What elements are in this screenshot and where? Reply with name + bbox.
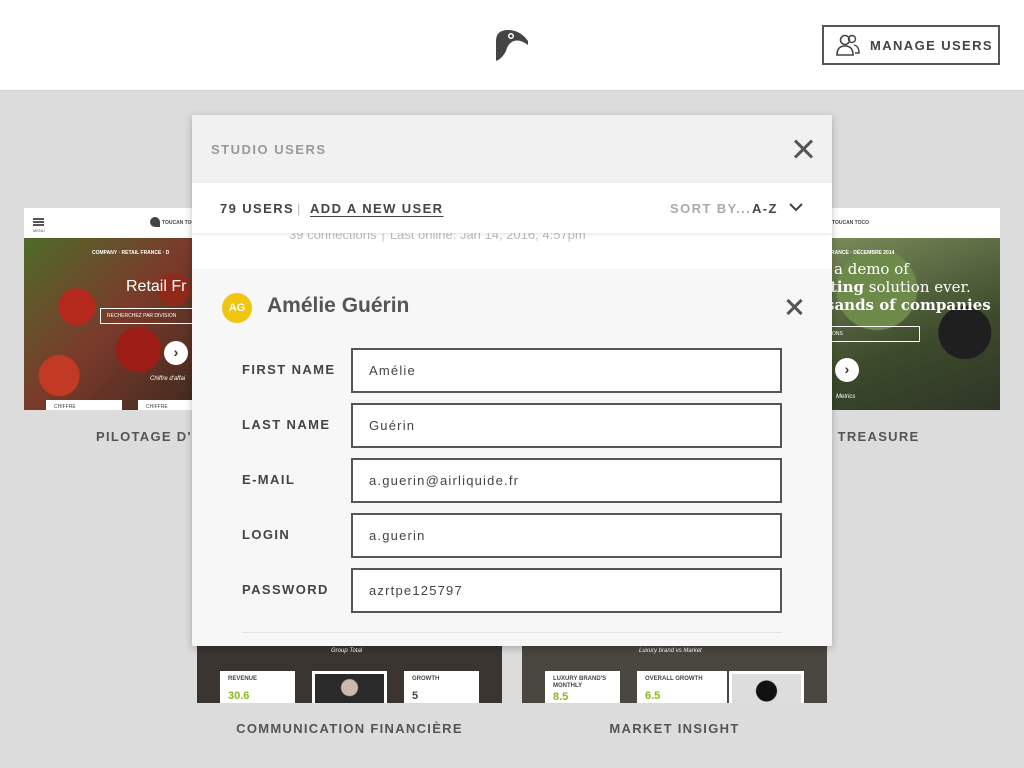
- users-icon: [836, 34, 860, 56]
- search-division-label: RECHERCHEZ PAR DIVISION: [107, 313, 177, 319]
- sort-by-label: SORT BY...: [670, 201, 752, 216]
- kpi-label: GROWTH: [412, 676, 440, 682]
- login-field[interactable]: [351, 513, 782, 558]
- search-division-button[interactable]: RECHERCHEZ PAR DIVISION: [100, 308, 200, 324]
- modal-title: STUDIO USERS: [211, 142, 327, 157]
- card-subtitle: Luxury brand vs Market: [639, 648, 702, 654]
- login-label: LOGIN: [242, 527, 291, 542]
- kpi-value: 5: [412, 690, 419, 702]
- manage-users-label: MANAGE USERS: [870, 37, 993, 53]
- user-detail-panel: AG Amélie Guérin FIRST NAME LAST NAME E-…: [192, 270, 832, 646]
- kpi-luxury-brand[interactable]: LUXURY BRAND'S MONTHLY 8.5: [545, 671, 620, 703]
- toucan-mini-logo-icon: [150, 217, 160, 227]
- toucan-logo-icon[interactable]: [492, 27, 532, 63]
- kpi-growth[interactable]: GROWTH 5: [404, 671, 479, 703]
- user-name: Amélie Guérin: [267, 294, 410, 317]
- close-icon[interactable]: [790, 136, 816, 162]
- email-field[interactable]: [351, 458, 782, 503]
- vegetables-image: [24, 238, 200, 410]
- avatar: AG: [222, 293, 252, 323]
- search-button[interactable]: TONS: [824, 326, 920, 342]
- card-title-market: MARKET INSIGHT: [609, 721, 740, 736]
- portrait-image: [312, 671, 387, 703]
- kpi-tab-label: CHIFFRE: [146, 404, 168, 410]
- kpi-value: 8.5: [553, 691, 569, 703]
- brand-label: TOUCAN TOCO: [832, 220, 870, 226]
- dashboard-card-treasure[interactable]: TOUCAN TOCO FRANCE · DÉCEMBRE 2014 a dem…: [824, 208, 1000, 410]
- kpi-value: 30.6: [228, 690, 250, 702]
- card-footer: Chiffre d'affai: [150, 376, 186, 382]
- dashboard-card-pilotage[interactable]: MENU TOUCAN TOCO COMPANY · RETAIL FRANCE…: [24, 208, 200, 410]
- modal-header: STUDIO USERS: [192, 115, 832, 183]
- card-title-communication: COMMUNICATION FINANCIÈRE: [236, 721, 463, 736]
- card-footer: Metrics: [836, 394, 856, 400]
- add-new-user-link[interactable]: ADD A NEW USER: [310, 201, 443, 216]
- user-list-item[interactable]: 39 connections | Last online: Jan 14, 2016…: [192, 227, 832, 269]
- first-name-label: FIRST NAME: [242, 362, 336, 377]
- password-field[interactable]: [351, 568, 782, 613]
- kpi-value: 6.5: [645, 690, 661, 702]
- card-subtitle: FRANCE · DÉCEMBRE 2014: [828, 250, 895, 256]
- kpi-label: REVENUE: [228, 676, 258, 682]
- menu-label: MENU: [33, 228, 45, 233]
- dashboard-card-market[interactable]: Luxury brand vs Market LUXURY BRAND'S MO…: [522, 646, 827, 703]
- password-label: PASSWORD: [242, 582, 329, 597]
- card-subtitle: Group Total: [331, 648, 363, 654]
- next-arrow-button[interactable]: ›: [835, 358, 859, 382]
- users-toolbar: 79 USERS | ADD A NEW USER SORT BY... A-Z: [192, 183, 832, 233]
- card-heading-line2: ting solution ever.: [830, 278, 971, 296]
- card-heading: Retail Fr: [126, 278, 187, 295]
- chevron-down-icon[interactable]: [789, 201, 803, 213]
- top-bar: MANAGE USERS: [0, 0, 1024, 91]
- card-title-pilotage: PILOTAGE D'A: [96, 429, 203, 444]
- email-label: E-MAIL: [242, 472, 296, 487]
- last-name-label: LAST NAME: [242, 417, 331, 432]
- card-heading-line3: sands of companies: [826, 296, 991, 314]
- card-subtitle: COMPANY · RETAIL FRANCE · D: [92, 250, 170, 256]
- heading-bold-part: ting: [830, 278, 865, 296]
- first-name-field[interactable]: [351, 348, 782, 393]
- close-icon[interactable]: [785, 297, 805, 317]
- card-title-treasure: N TREASURE: [822, 429, 920, 444]
- next-arrow-button[interactable]: ›: [164, 341, 188, 365]
- kpi-label: OVERALL GROWTH: [645, 676, 703, 682]
- fashion-image: [729, 671, 804, 703]
- card-heading-line1: a demo of: [834, 260, 909, 278]
- studio-users-modal: STUDIO USERS 79 USERS | ADD A NEW USER S…: [192, 115, 832, 646]
- card-header: TOUCAN TOCO: [824, 208, 1000, 238]
- kpi-overall-growth[interactable]: OVERALL GROWTH 6.5: [637, 671, 727, 703]
- dashboard-card-communication[interactable]: Group Total REVENUE 30.6 GROWTH 5: [197, 646, 502, 703]
- menu-icon[interactable]: [33, 218, 44, 226]
- users-count: 79 USERS: [220, 201, 295, 216]
- last-name-field[interactable]: [351, 403, 782, 448]
- toolbar-divider: |: [297, 201, 301, 216]
- kpi-label: LUXURY BRAND'S MONTHLY: [553, 676, 607, 689]
- kpi-tab-label: CHIFFRE: [54, 404, 76, 410]
- kpi-revenue[interactable]: REVENUE 30.6: [220, 671, 295, 703]
- card-header: MENU TOUCAN TOCO: [24, 208, 200, 238]
- divider: [242, 632, 782, 633]
- sort-select[interactable]: A-Z: [752, 201, 778, 216]
- kpi-tab[interactable]: CHIFFRE: [46, 400, 122, 410]
- manage-users-button[interactable]: MANAGE USERS: [822, 25, 1000, 65]
- kpi-tab[interactable]: CHIFFRE: [138, 400, 200, 410]
- heading-regular-part: solution ever.: [864, 278, 971, 296]
